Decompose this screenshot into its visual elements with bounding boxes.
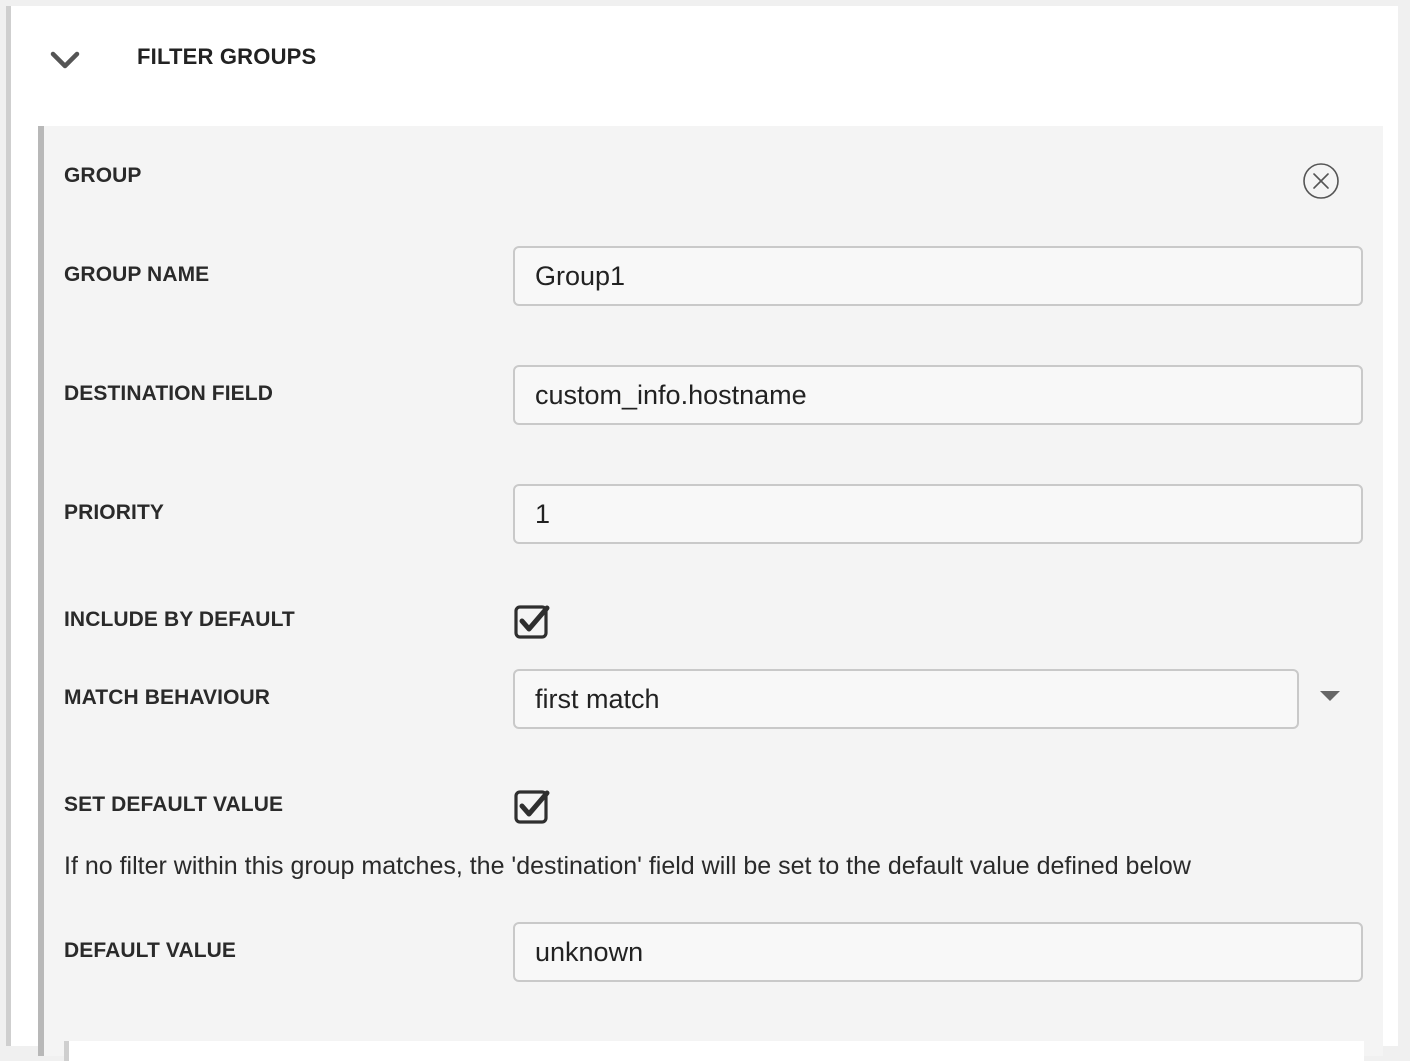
filter-groups-section: FILTER GROUPS GROUP GROUP NAME DESTINATI… (6, 6, 1398, 1061)
group-title: GROUP (64, 164, 142, 187)
match-behaviour-select[interactable]: first match (513, 669, 1299, 729)
page-background: FILTER GROUPS GROUP GROUP NAME DESTINATI… (0, 0, 1410, 1061)
group-name-label: GROUP NAME (64, 263, 210, 286)
default-value-label: DEFAULT VALUE (64, 939, 237, 962)
destination-field-input[interactable] (513, 365, 1363, 425)
default-value-help-text: If no filter within this group matches, … (64, 852, 1191, 880)
close-circle-icon[interactable] (1301, 161, 1341, 201)
priority-label: PRIORITY (64, 501, 164, 524)
priority-input[interactable] (513, 484, 1363, 544)
destination-field-label: DESTINATION FIELD (64, 382, 273, 405)
section-title: FILTER GROUPS (137, 44, 317, 69)
include-by-default-checkbox[interactable] (513, 602, 551, 640)
dropdown-arrow-icon[interactable] (1320, 691, 1340, 701)
section-header: FILTER GROUPS (11, 6, 1398, 106)
next-filter-panel (64, 1041, 1364, 1061)
include-by-default-label: INCLUDE BY DEFAULT (64, 608, 295, 631)
chevron-down-icon[interactable] (47, 42, 83, 78)
group-name-input[interactable] (513, 246, 1363, 306)
set-default-value-checkbox[interactable] (513, 787, 551, 825)
default-value-input[interactable] (513, 922, 1363, 982)
match-behaviour-label: MATCH BEHAVIOUR (64, 686, 271, 709)
group-panel: GROUP GROUP NAME DESTINATION FIELD PRIOR… (38, 126, 1383, 1061)
set-default-value-label: SET DEFAULT VALUE (64, 793, 284, 816)
